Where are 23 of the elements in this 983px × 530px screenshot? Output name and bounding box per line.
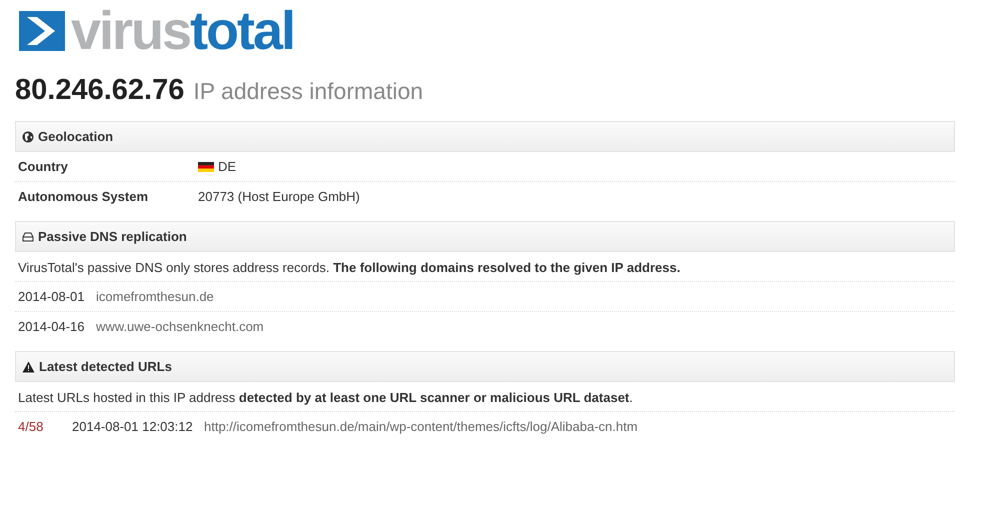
logo-wordmark: virustotal bbox=[71, 8, 294, 54]
property-label: Country bbox=[18, 159, 69, 174]
page-subtitle: IP address information bbox=[193, 78, 424, 105]
section-description: Latest URLs hosted in this IP address detected by at least one URL scanner or malicious URL dataset. bbox=[15, 382, 955, 412]
domain-link[interactable]: www.uwe-ochsenknecht.com bbox=[96, 319, 264, 334]
resolution-date: 2014-08-01 bbox=[18, 289, 86, 304]
property-value: DE bbox=[218, 159, 236, 174]
section-title: Passive DNS replication bbox=[38, 229, 187, 244]
globe-icon bbox=[22, 130, 34, 142]
detection-ratio: 4/58 bbox=[18, 419, 44, 434]
section-title: Latest detected URLs bbox=[39, 359, 172, 374]
scan-date: 2014-08-01 12:03:12 bbox=[72, 419, 194, 434]
domain-link[interactable]: icomefromthesun.de bbox=[96, 289, 214, 304]
section-title: Geolocation bbox=[38, 129, 114, 144]
logo-icon bbox=[19, 11, 65, 51]
warning-icon bbox=[22, 360, 35, 372]
property-value: 20773 (Host Europe GmbH) bbox=[198, 189, 360, 204]
section-description: VirusTotal's passive DNS only stores address records. The following domains resolved to the given IP address. bbox=[15, 252, 955, 282]
property-label: Autonomous System bbox=[18, 189, 150, 204]
ip-address: 80.246.62.76 bbox=[15, 74, 184, 107]
resolution-date: 2014-04-16 bbox=[18, 319, 86, 334]
url-link[interactable]: http://icomefromthesun.de/main/wp-content/themes/icfts/log/Alibaba-cn.htm bbox=[204, 419, 638, 434]
drive-icon bbox=[22, 232, 34, 242]
